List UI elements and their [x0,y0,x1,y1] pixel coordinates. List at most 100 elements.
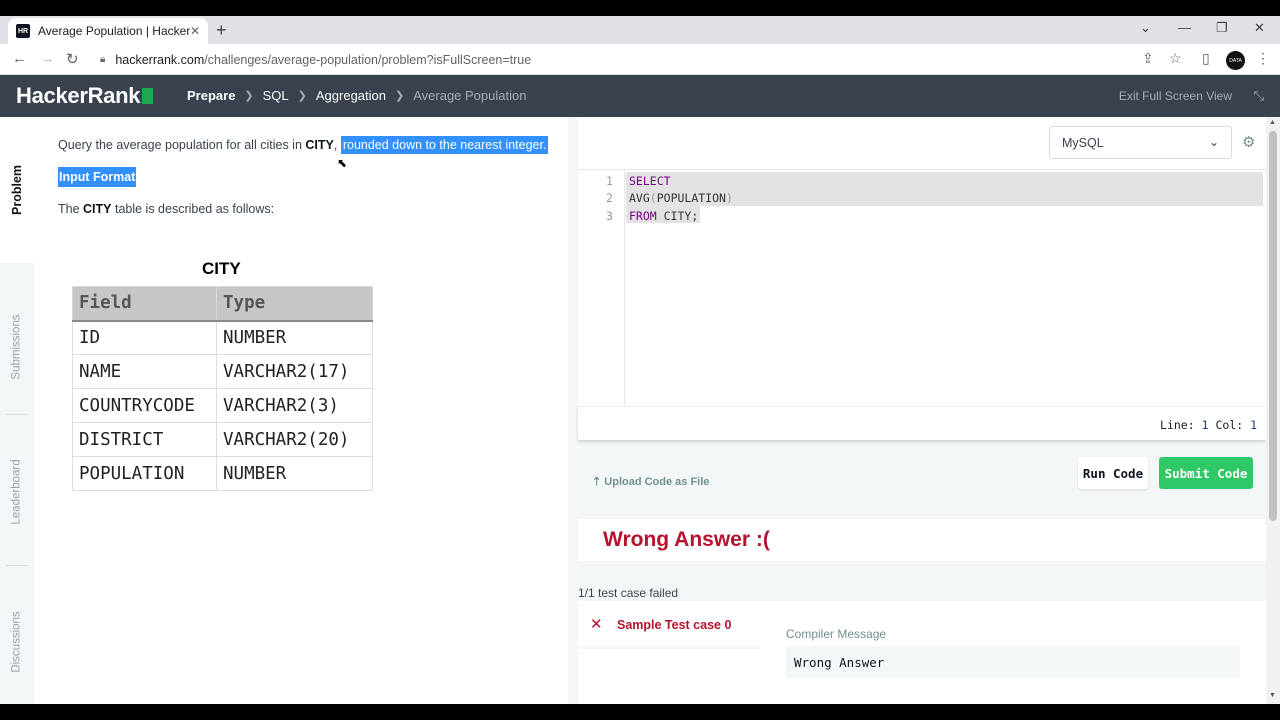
code-line: AVG(POPULATION) [629,191,733,205]
compiler-message-title: Compiler Message [786,627,887,641]
result-title: Wrong Answer :( [603,528,770,551]
tab-title: Average Population | HackerRank [38,24,190,38]
tab-leaderboard[interactable]: Leaderboard [0,422,34,562]
breadcrumb-sql[interactable]: SQL [263,88,289,103]
divider [6,565,28,566]
new-tab-icon[interactable]: + [216,20,227,41]
scroll-up-icon[interactable]: ▲ [1269,119,1276,126]
compiler-message: Wrong Answer [786,646,1240,678]
pane-splitter[interactable] [568,117,578,704]
desc-city: CITY [83,202,112,216]
column-header-field: Field [72,286,217,322]
fail-x-icon: ✕ [590,616,603,633]
field-cell: DISTRICT [72,422,217,457]
address-bar: ← → ↻ 🔒︎ hackerrank.com/challenges/avera… [0,44,1280,75]
language-select[interactable]: MySQL ⌄ [1049,126,1232,159]
breadcrumb-aggregation[interactable]: Aggregation [316,88,386,103]
mouse-cursor-icon: ⬉ [337,156,348,170]
url-host: hackerrank.com [115,52,205,67]
submit-code-button[interactable]: Submit Code [1159,457,1253,489]
tab-discussions[interactable]: Discussions [0,572,34,704]
profile-avatar[interactable]: DATA [1226,51,1245,70]
upload-code-link[interactable]: ⇡ Upload Code as File [592,475,709,488]
browser-tab[interactable]: HR Average Population | HackerRank ✕ [8,18,208,44]
testcase-tab[interactable]: ✕ Sample Test case 0 [578,601,760,649]
chevron-right-icon: ❯ [395,90,405,102]
collapse-icon[interactable]: ⤡ [1254,88,1264,104]
reload-icon[interactable]: ↻ [66,50,79,68]
column-header-type: Type [216,286,373,322]
field-cell: POPULATION [72,456,217,491]
breadcrumb: Prepare ❯ SQL ❯ Aggregation ❯ Average Po… [187,88,526,103]
tab-problem[interactable]: Problem [0,117,34,263]
back-icon[interactable]: ← [12,50,27,67]
scroll-down-icon[interactable]: ▼ [1269,692,1276,699]
table-title: CITY [202,259,241,278]
problem-statement: Query the average population for all cit… [34,117,568,704]
side-panel-icon[interactable]: ▯ [1202,50,1210,67]
browser-tabstrip: HR Average Population | HackerRank ✕ + ⌄… [0,16,1280,44]
testcase-label: Sample Test case 0 [617,618,732,632]
run-code-button[interactable]: Run Code [1078,457,1148,489]
table-row: COUNTRYCODE VARCHAR2(3) [72,388,373,423]
type-cell: NUMBER [216,456,373,491]
field-cell: NAME [72,354,217,389]
type-cell: NUMBER [216,320,373,355]
close-tab-icon[interactable]: ✕ [190,24,200,38]
lock-icon[interactable]: 🔒︎ [100,54,105,65]
code-editor[interactable]: 1 2 3 SELECT AVG(POPULATION) FROM CITY; [578,169,1266,407]
url-path: /challenges/average-population/problem?i… [204,52,532,67]
type-cell: VARCHAR2(20) [216,422,373,457]
code-line: SELECT [629,174,671,188]
table-row: POPULATION NUMBER [72,456,373,491]
chevron-right-icon: ❯ [297,90,307,102]
line-gutter: 1 2 3 [578,170,625,407]
problem-sidebar: Problem Submissions Leaderboard Discussi… [0,117,34,704]
bookmark-star-icon[interactable]: ☆ [1169,50,1182,67]
line-number: 3 [606,209,613,223]
tab-search-icon[interactable]: ⌄ [1140,20,1151,36]
table-header-row: Field Type [72,286,373,322]
type-cell: VARCHAR2(3) [216,388,373,423]
divider [6,414,28,415]
page-scrollbar[interactable]: ▲ ▼ [1266,117,1280,704]
maximize-icon[interactable]: ❐ [1216,20,1228,36]
city-schema-table: Field Type ID NUMBER NAME VARCHAR2(17) C… [72,286,373,491]
code-line: FROM CITY; [629,209,699,223]
desc-text-post: table is described as follows: [111,202,275,216]
browser-menu-icon[interactable]: ⋮ [1256,50,1270,67]
selected-text: rounded down to the nearest integer. [340,136,549,154]
hackerrank-logo[interactable]: HackerRank [16,83,154,109]
statement-comma: , [333,138,338,152]
browser-window: HR Average Population | HackerRank ✕ + ⌄… [0,16,1280,704]
statement-text: Query the average population for all cit… [58,138,306,152]
minimize-icon[interactable]: — [1178,20,1191,35]
url-field[interactable]: 🔒︎ hackerrank.com/challenges/average-pop… [92,47,1162,72]
editor-pane: MySQL ⌄ ⚙ 1 2 3 SELECT AVG(POPULATION) F… [578,117,1266,704]
breadcrumb-current: Average Population [413,88,527,103]
testcase-summary: 1/1 test case failed [578,586,679,600]
table-description: The CITY table is described as follows: [58,202,274,216]
breadcrumb-prepare[interactable]: Prepare [187,88,235,103]
forward-icon[interactable]: → [40,50,55,67]
statement-city: CITY [305,138,334,152]
problem-text: Query the average population for all cit… [58,136,549,154]
editor-statusbar: Line: 1 Col: 1 [578,406,1266,440]
desc-text: The [58,202,84,216]
share-icon[interactable]: ⇪ [1142,50,1154,67]
editor-toolbar: MySQL ⌄ ⚙ [578,117,1266,169]
scrollbar-thumb[interactable] [1269,131,1277,521]
exit-fullscreen-link[interactable]: Exit Full Screen View [1119,89,1232,103]
line-number: 2 [606,191,613,205]
gear-icon[interactable]: ⚙ [1242,133,1255,151]
close-window-icon[interactable]: ✕ [1254,20,1265,36]
field-cell: ID [72,320,217,355]
chevron-down-icon: ⌄ [1208,135,1219,149]
hackerrank-favicon-icon: HR [16,24,30,38]
type-cell: VARCHAR2(17) [216,354,373,389]
logo-square-icon [142,88,154,104]
site-header: HackerRank Prepare ❯ SQL ❯ Aggregation ❯… [0,75,1280,117]
language-value: MySQL [1062,136,1104,150]
table-row: DISTRICT VARCHAR2(20) [72,422,373,457]
tab-submissions[interactable]: Submissions [0,277,34,417]
